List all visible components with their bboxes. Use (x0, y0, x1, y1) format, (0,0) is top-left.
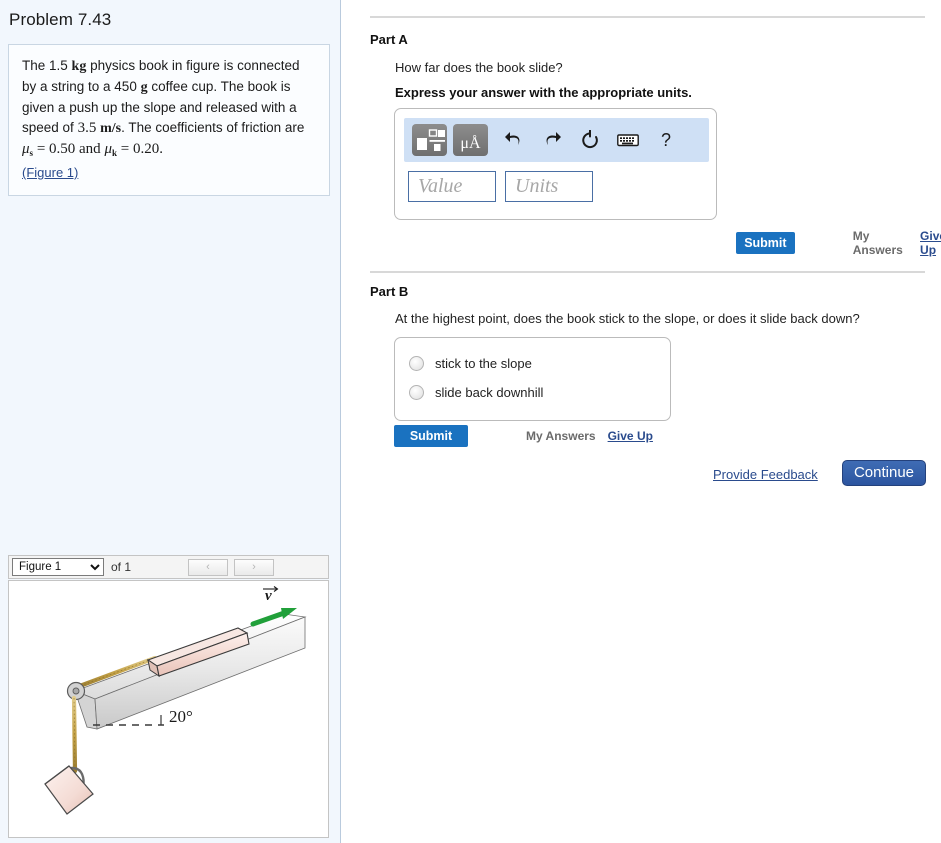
problem-sidebar: Problem 7.43 The 1.5 kg physics book in … (0, 0, 341, 843)
part-b-choices-box: stick to the slope slide back downhill (394, 337, 671, 421)
mu-static-value: = 0.50 and (36, 141, 101, 157)
reset-glyph (582, 130, 598, 149)
part-b-give-up-link[interactable]: Give Up (608, 429, 653, 443)
keyboard-icon[interactable] (612, 124, 644, 156)
figure-1-link[interactable]: (Figure 1) (22, 165, 78, 180)
help-glyph: ? (660, 129, 671, 150)
answer-input-group (408, 171, 593, 202)
statement-part-1: The 1.5 (22, 58, 68, 73)
part-b-my-answers-link[interactable]: My Answers (526, 429, 596, 443)
figure-count-label: of 1 (111, 560, 132, 574)
value-input[interactable] (408, 171, 496, 202)
divider-part-b (370, 271, 925, 273)
reset-circular-arrow-icon[interactable] (574, 124, 606, 156)
units-input[interactable] (505, 171, 593, 202)
part-a-submit-button[interactable]: Submit (736, 232, 795, 254)
math-toolbar: μÅ ? (404, 118, 709, 162)
unit-kilogram: kg (71, 59, 87, 74)
problem-statement-box: The 1.5 kg physics book in figure is con… (8, 44, 330, 196)
velocity-label: v (265, 588, 272, 604)
undo-glyph (505, 132, 520, 145)
unit-meters-per-second: m/s (100, 121, 122, 136)
part-a-give-up-link[interactable]: Give Up (920, 229, 941, 257)
part-a-heading: Part A (370, 32, 408, 47)
mu-kinetic-symbol: μk (104, 141, 117, 158)
part-a-question: How far does the book slide? (395, 60, 563, 75)
continue-button[interactable]: Continue (842, 460, 926, 486)
problem-statement-text: The 1.5 kg physics book in figure is con… (22, 56, 316, 183)
figure-selector-bar: Figure 1 of 1 ‹ › (8, 555, 329, 579)
unit-gram: g (140, 80, 148, 95)
undo-arrow-icon[interactable] (498, 124, 530, 156)
pulley-axle (72, 687, 80, 695)
part-b-submit-button[interactable]: Submit (394, 425, 468, 447)
page-title: Problem 7.43 (9, 10, 112, 29)
figure-image-panel[interactable]: 20° v (8, 580, 329, 838)
cup-body (44, 765, 94, 815)
figure-select[interactable]: Figure 1 (12, 558, 104, 576)
svg-text:μÅ: μÅ (460, 134, 481, 152)
choice-label-slide[interactable]: slide back downhill (435, 385, 543, 400)
units-glyph: μÅ (460, 134, 481, 152)
mu-kinetic-value: = 0.20. (120, 141, 163, 157)
micro-angstrom-units-icon[interactable]: μÅ (453, 124, 488, 156)
inclined-plane-figure: 20° v (44, 586, 307, 815)
statement-part-4: . The coefficients of friction are (121, 120, 305, 135)
provide-feedback-link[interactable]: Provide Feedback (713, 467, 818, 482)
choice-row-stick[interactable]: stick to the slope (409, 356, 670, 371)
redo-glyph (546, 132, 561, 145)
question-mark-icon[interactable]: ? (650, 124, 682, 156)
choice-label-stick[interactable]: stick to the slope (435, 356, 532, 371)
coffee-cup (44, 765, 94, 815)
part-b-heading: Part B (370, 284, 409, 299)
angle-label: 20° (169, 707, 193, 726)
answer-panel: Part A How far does the book slide? Expr… (342, 0, 941, 843)
mu-static-symbol: μs (22, 141, 34, 158)
chevron-right-icon: › (252, 560, 256, 573)
part-b-question: At the highest point, does the book stic… (395, 311, 860, 326)
choice-row-slide[interactable]: slide back downhill (409, 385, 670, 400)
part-a-units-instruction: Express your answer with the appropriate… (395, 85, 692, 100)
part-a-answer-widget: μÅ ? Value Units (394, 108, 717, 220)
keyboard-glyph (617, 134, 639, 147)
divider-part-a (370, 16, 925, 18)
speed-value: 3.5 (77, 120, 97, 136)
figure-prev-button[interactable]: ‹ (188, 558, 229, 576)
part-a-actions: Submit My Answers Give Up (736, 229, 941, 257)
part-b-actions: Submit My Answers Give Up (394, 425, 653, 447)
radio-stick-to-the-slope[interactable] (409, 356, 424, 371)
radio-slide-back-downhill[interactable] (409, 385, 424, 400)
part-a-my-answers-link[interactable]: My Answers (853, 229, 908, 257)
redo-arrow-icon[interactable] (536, 124, 568, 156)
figure-next-button[interactable]: › (234, 558, 275, 576)
math-template-glyph (417, 129, 445, 151)
chevron-left-icon: ‹ (206, 560, 210, 573)
math-template-icon[interactable] (412, 124, 447, 156)
